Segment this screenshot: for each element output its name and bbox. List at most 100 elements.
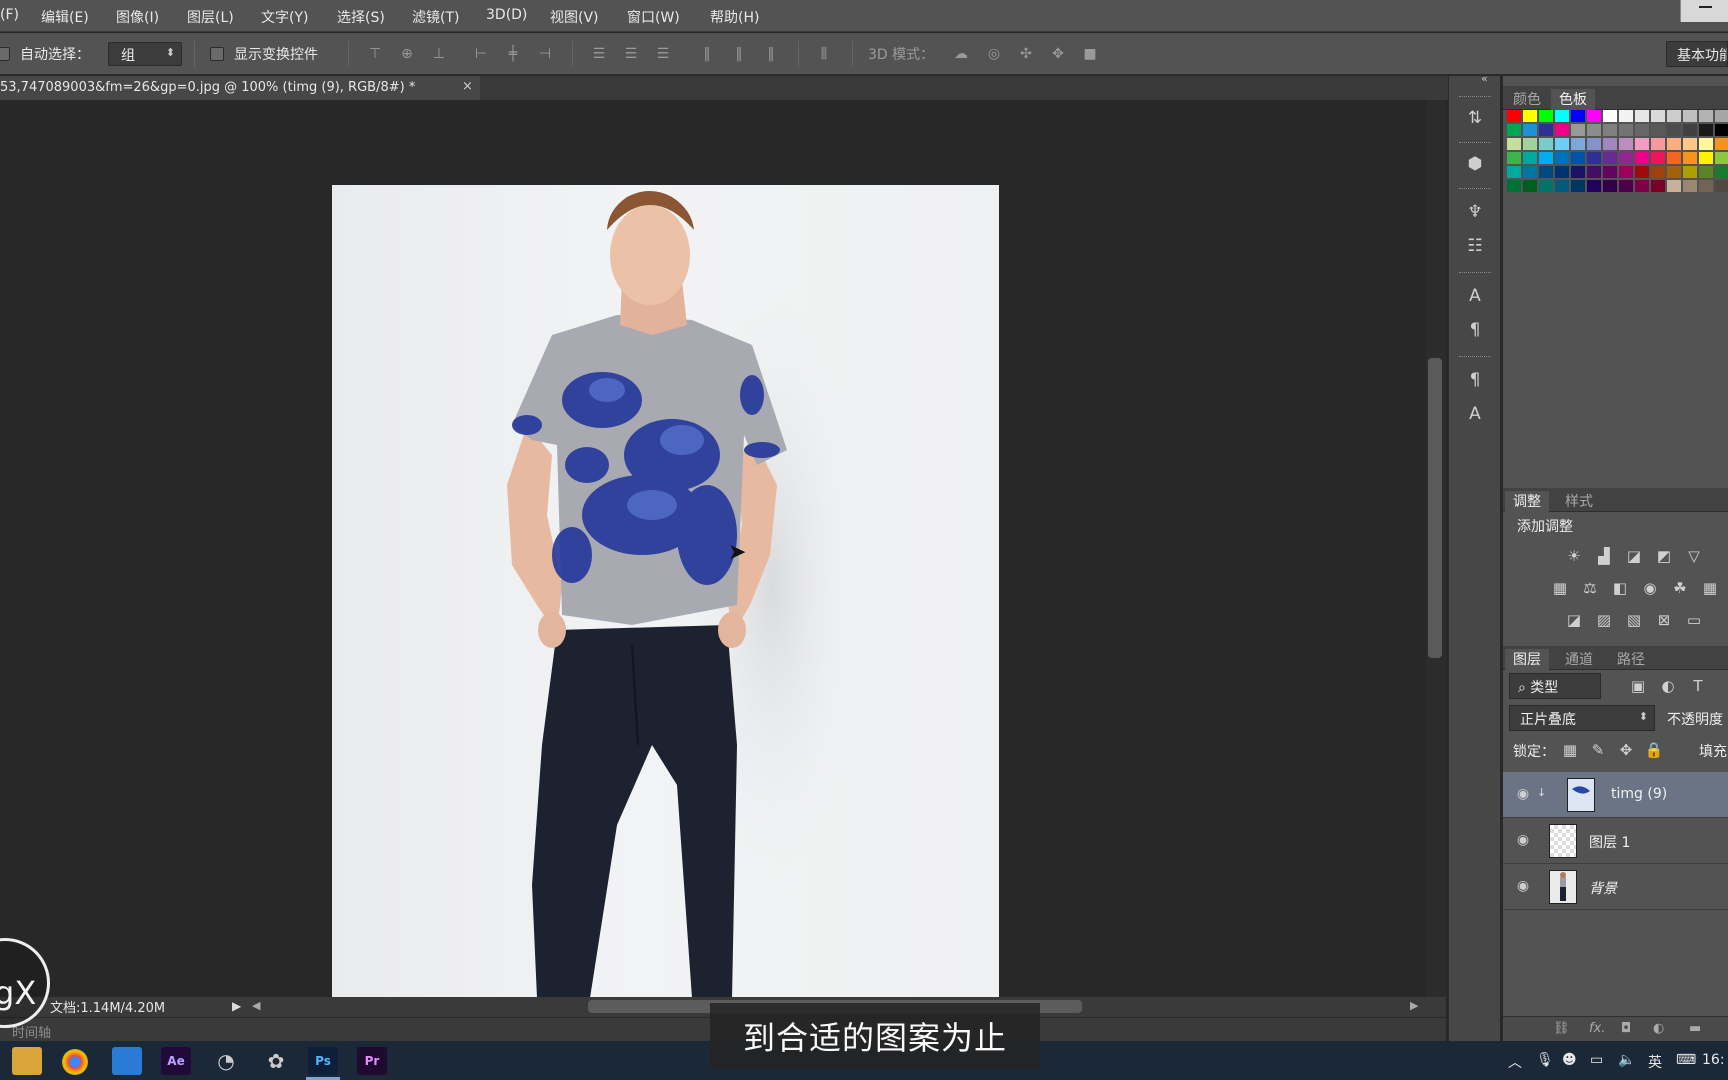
- lock-transparent-icon[interactable]: ▦: [1559, 740, 1581, 760]
- swatch[interactable]: [1555, 166, 1569, 178]
- swatch[interactable]: [1523, 166, 1537, 178]
- document-tab[interactable]: 53,747089003&fm=26&gp=0.jpg @ 100% (timg…: [0, 76, 480, 100]
- orbit-3d-icon[interactable]: ☁: [952, 45, 970, 63]
- swatch[interactable]: [1555, 152, 1569, 164]
- swatch[interactable]: [1539, 124, 1553, 136]
- swatch[interactable]: [1715, 138, 1728, 150]
- menu-help[interactable]: 帮助(H): [710, 7, 759, 27]
- minimize-button[interactable]: [1680, 0, 1728, 22]
- swatch[interactable]: [1603, 152, 1617, 164]
- align-left-icon[interactable]: ⊢: [472, 45, 490, 63]
- tab-paths[interactable]: 路径: [1617, 649, 1645, 669]
- swatch[interactable]: [1507, 166, 1521, 178]
- menu-layer[interactable]: 图层(L): [187, 7, 234, 27]
- document-size-info[interactable]: 文档:1.14M/4.20M: [50, 997, 165, 1016]
- swatch[interactable]: [1555, 110, 1569, 122]
- align-top-icon[interactable]: ⊤: [366, 45, 384, 63]
- swatch[interactable]: [1587, 152, 1601, 164]
- swatch[interactable]: [1651, 166, 1665, 178]
- swatch[interactable]: [1539, 180, 1553, 192]
- paragraph-icon[interactable]: ¶: [1463, 318, 1487, 342]
- swatch[interactable]: [1619, 110, 1633, 122]
- swatch[interactable]: [1619, 124, 1633, 136]
- roll-3d-icon[interactable]: ◎: [985, 45, 1003, 63]
- gradient-map-icon[interactable]: ▭: [1683, 610, 1705, 630]
- auto-align-icon[interactable]: ⫼: [815, 45, 833, 63]
- swatch[interactable]: [1635, 124, 1649, 136]
- swatch[interactable]: [1619, 152, 1633, 164]
- link-layers-icon[interactable]: ⛓: [1553, 1021, 1570, 1036]
- swatch[interactable]: [1571, 180, 1585, 192]
- menu-filter[interactable]: 滤镜(T): [412, 7, 459, 27]
- posterize-icon[interactable]: ▨: [1593, 610, 1615, 630]
- swatch[interactable]: [1699, 138, 1713, 150]
- swatch[interactable]: [1523, 180, 1537, 192]
- tray-expand-icon[interactable]: ︿: [1508, 1052, 1522, 1072]
- tab-color[interactable]: 颜色: [1513, 89, 1541, 109]
- swatch[interactable]: [1523, 124, 1537, 136]
- swatch[interactable]: [1507, 180, 1521, 192]
- paragraph-styles-icon[interactable]: ¶: [1463, 368, 1487, 392]
- black-white-icon[interactable]: ◧: [1609, 578, 1631, 598]
- swatch[interactable]: [1699, 180, 1713, 192]
- swatch[interactable]: [1683, 180, 1697, 192]
- menu-file[interactable]: (F): [0, 7, 19, 23]
- new-adjustment-layer-icon[interactable]: ◐: [1653, 1021, 1664, 1036]
- filter-pixel-icon[interactable]: ▣: [1627, 676, 1649, 696]
- after-effects-icon[interactable]: Ae: [161, 1047, 191, 1075]
- color-lookup-icon[interactable]: ▦: [1699, 578, 1721, 598]
- swatch[interactable]: [1571, 124, 1585, 136]
- lock-all-icon[interactable]: 🔒: [1643, 740, 1665, 760]
- close-tab-icon[interactable]: ×: [462, 79, 473, 94]
- obs-icon[interactable]: ◔: [211, 1047, 241, 1075]
- input-language[interactable]: 英: [1648, 1052, 1662, 1072]
- invert-icon[interactable]: ◪: [1563, 610, 1585, 630]
- menu-type[interactable]: 文字(Y): [261, 7, 308, 27]
- swatch[interactable]: [1619, 166, 1633, 178]
- swatch[interactable]: [1587, 138, 1601, 150]
- visibility-eye-icon[interactable]: ◉: [1513, 878, 1533, 894]
- swatch[interactable]: [1587, 166, 1601, 178]
- swatch[interactable]: [1571, 138, 1585, 150]
- tab-swatches[interactable]: 色板: [1551, 89, 1595, 110]
- swatch[interactable]: [1619, 138, 1633, 150]
- menu-image[interactable]: 图像(I): [116, 7, 159, 27]
- swatch[interactable]: [1651, 110, 1665, 122]
- hue-saturation-icon[interactable]: ▦: [1549, 578, 1571, 598]
- swatch[interactable]: [1651, 124, 1665, 136]
- premiere-icon[interactable]: Pr: [357, 1047, 387, 1075]
- layer-row[interactable]: ◉ 背景: [1503, 864, 1728, 910]
- add-mask-icon[interactable]: ◘: [1621, 1021, 1631, 1036]
- slide-3d-icon[interactable]: ✥: [1049, 45, 1067, 63]
- swatch[interactable]: [1715, 180, 1728, 192]
- swatch[interactable]: [1507, 152, 1521, 164]
- status-menu-arrow-icon[interactable]: ▶: [232, 999, 241, 1013]
- collapse-panels-icon[interactable]: «: [1481, 72, 1488, 85]
- app-icon[interactable]: [112, 1047, 142, 1075]
- swatch[interactable]: [1603, 138, 1617, 150]
- swatch[interactable]: [1571, 152, 1585, 164]
- tab-layers[interactable]: 图层: [1505, 649, 1549, 670]
- auto-select-target-dropdown[interactable]: 组: [108, 42, 182, 66]
- swatch[interactable]: [1667, 166, 1681, 178]
- swatch[interactable]: [1635, 152, 1649, 164]
- document-image[interactable]: [332, 185, 999, 998]
- swatch[interactable]: [1523, 110, 1537, 122]
- keyboard-icon[interactable]: ⌨: [1676, 1052, 1696, 1068]
- swatch[interactable]: [1523, 138, 1537, 150]
- swatch[interactable]: [1571, 110, 1585, 122]
- swatch[interactable]: [1539, 152, 1553, 164]
- filter-adjustment-icon[interactable]: ◐: [1657, 676, 1679, 696]
- swatch[interactable]: [1667, 124, 1681, 136]
- network-icon[interactable]: ▭: [1590, 1052, 1603, 1068]
- volume-icon[interactable]: 🔈: [1618, 1052, 1635, 1068]
- new-group-icon[interactable]: ▬: [1689, 1021, 1701, 1036]
- selective-color-icon[interactable]: ⊠: [1653, 610, 1675, 630]
- menu-edit[interactable]: 编辑(E): [41, 7, 89, 27]
- swatch[interactable]: [1683, 166, 1697, 178]
- vibrance-icon[interactable]: ▽: [1683, 546, 1705, 566]
- swatch[interactable]: [1635, 180, 1649, 192]
- microphone-icon[interactable]: 🎙: [1536, 1052, 1554, 1068]
- character-styles-icon[interactable]: A: [1463, 402, 1487, 426]
- scroll-right-icon[interactable]: ▶: [1410, 999, 1418, 1012]
